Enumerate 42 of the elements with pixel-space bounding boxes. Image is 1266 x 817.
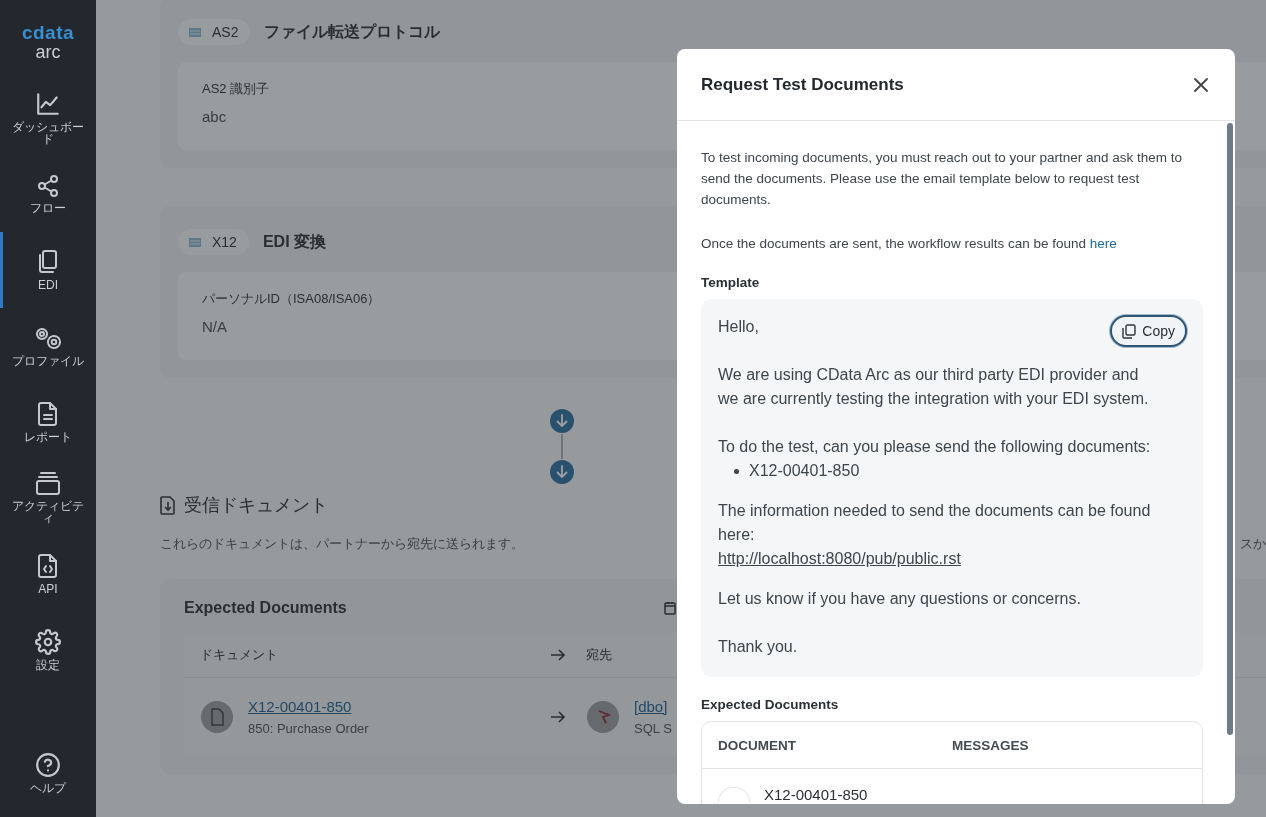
dialog-title: Request Test Documents [701, 74, 904, 95]
nav-label: アクティビティ [11, 500, 85, 524]
template-label: Template [701, 275, 761, 290]
badge-label: X12 [212, 234, 237, 250]
section-title: EDI 変換 [262, 231, 327, 252]
nav-label: レポート [24, 431, 72, 443]
nav-label: プロファイル [12, 355, 84, 367]
section-title: ファイル転送プロトコル [264, 21, 441, 42]
section-description: スか [1240, 535, 1266, 553]
template-text: We are using CData Arc as our third party EDI provider and we are currently testing the integration with your EDI system. [718, 365, 1150, 409]
column-header: MESSAGES [952, 737, 1030, 753]
column-header: 宛先 [586, 646, 612, 664]
template-text: Let us know if you have any questions or concerns. [718, 589, 1081, 609]
document-type: 850: Purchase Order [248, 721, 369, 736]
logo-brand: cdata [21, 24, 75, 42]
section-title: 受信ドキュメント [184, 494, 328, 517]
destination-type: SQL S [634, 721, 672, 736]
template-list-item: X12-00401-850 [749, 461, 860, 481]
column-header: DOCUMENT [718, 737, 797, 753]
nav-label: EDI [38, 279, 58, 291]
field-value: abc [202, 108, 227, 125]
template-text: The information needed to send the documents can be found here: [718, 501, 1152, 545]
badge-label: AS2 [212, 24, 239, 40]
logo-product: arc [35, 42, 61, 62]
table-cell: X12-00401-850 [764, 787, 868, 803]
template-text: Thank you. [718, 637, 798, 657]
column-header: ドキュメント [200, 646, 279, 664]
nav-label: API [38, 583, 58, 595]
results-text: Once the documents are sent, the workflow results can be found here [701, 235, 1118, 253]
nav-label: 設定 [36, 659, 60, 671]
field-label: AS2 識別子 [202, 80, 270, 98]
nav-label: フロー [30, 202, 66, 214]
nav-label: ヘルプ [30, 782, 66, 794]
template-text: To do the test, can you please send the following documents: [718, 437, 1151, 457]
card-title: Expected Documents [184, 599, 347, 617]
nav-label: ダッシュボード [11, 121, 85, 145]
intro-text: To test incoming documents, you must reach out to your partner and ask them to send the documents. Please use the email template below to request test documents. [701, 149, 1183, 209]
field-value: N/A [202, 318, 227, 335]
section-description: これらのドキュメントは、パートナーから宛先に送られます。 [160, 535, 524, 553]
expected-label: Expected Documents [701, 697, 840, 712]
template-text: Hello, [718, 317, 759, 337]
field-label: パーソナルID（ISA08/ISA06） [202, 290, 381, 308]
